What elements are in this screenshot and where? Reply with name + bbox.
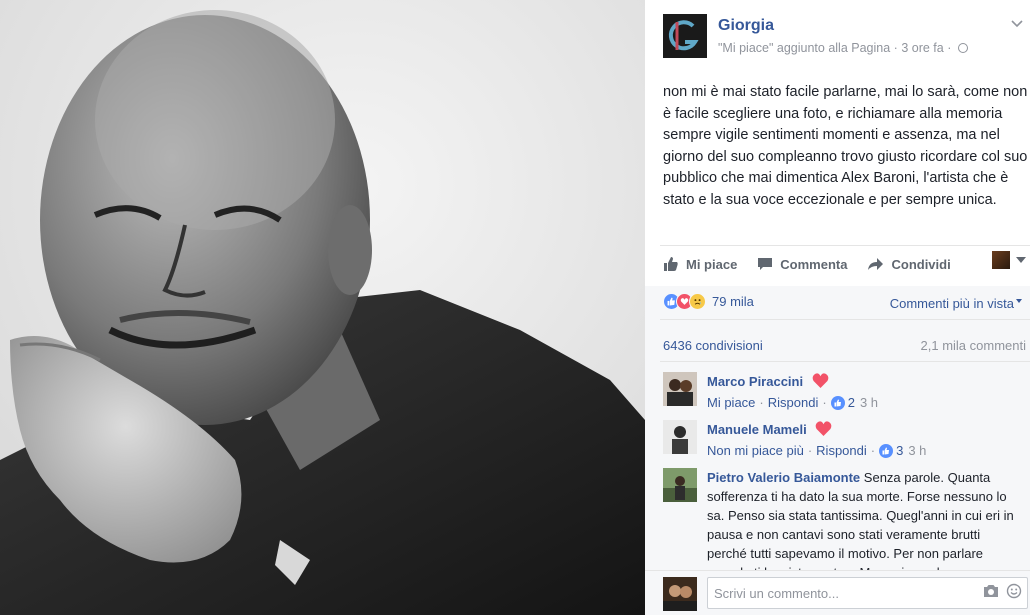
divider bbox=[660, 361, 1030, 362]
globe-icon bbox=[957, 43, 968, 53]
comment-reply-link[interactable]: Rispondi bbox=[768, 394, 819, 412]
comment-item: Pietro Valerio Baiamonte Senza parole. Q… bbox=[663, 468, 1030, 570]
post-header: Giorgia "Mi piace" aggiunto alla Pagina … bbox=[663, 14, 1030, 64]
camera-icon[interactable] bbox=[982, 583, 1000, 599]
avatar[interactable] bbox=[663, 420, 697, 454]
comment-text: Senza parole. Quanta sofferenza ti ha da… bbox=[707, 470, 1014, 570]
chevron-down-icon[interactable] bbox=[1010, 16, 1024, 30]
comment-like-count[interactable]: 2 bbox=[848, 394, 855, 412]
love-reaction-icon bbox=[812, 373, 829, 388]
comment-sort-label: Commenti più in vista bbox=[889, 296, 1014, 311]
comment-time[interactable]: 3 h bbox=[860, 394, 878, 412]
reactions-count[interactable]: 79 mila bbox=[712, 294, 754, 309]
like-button[interactable]: Mi piace bbox=[663, 256, 737, 272]
avatar[interactable] bbox=[663, 468, 697, 502]
thumbs-up-icon bbox=[664, 257, 678, 271]
comment-time[interactable]: 3 h bbox=[908, 442, 926, 460]
meta-action: "Mi piace" aggiunto alla Pagina bbox=[718, 41, 891, 55]
post-meta: "Mi piace" aggiunto alla Pagina · 3 ore … bbox=[718, 41, 968, 55]
shares-count[interactable]: 6436 condivisioni bbox=[663, 338, 763, 353]
page-name[interactable]: Giorgia bbox=[718, 17, 774, 35]
comment-button-label: Commenta bbox=[780, 256, 848, 272]
avatar[interactable] bbox=[663, 372, 697, 406]
reaction-identity-selector[interactable] bbox=[992, 251, 1026, 269]
comment-composer: Scrivi un commento... bbox=[645, 570, 1030, 615]
comment-item: Manuele Mameli Non mi piace più · Rispon… bbox=[663, 420, 1030, 460]
caret-down-icon bbox=[1016, 299, 1022, 303]
feedback-area: 79 mila Commenti più in vista 6436 condi… bbox=[645, 286, 1030, 615]
comments-total[interactable]: 2,1 mila commenti bbox=[921, 338, 1026, 353]
comment-sort-dropdown[interactable]: Commenti più in vista bbox=[890, 296, 1022, 311]
action-bar: Mi piace Commenta Condividi bbox=[663, 251, 1030, 274]
share-arrow-icon bbox=[868, 258, 884, 270]
love-reaction-icon bbox=[815, 421, 832, 436]
comment-author[interactable]: Pietro Valerio Baiamonte bbox=[707, 470, 860, 485]
comment-reply-link[interactable]: Rispondi bbox=[816, 442, 867, 460]
like-badge-icon bbox=[830, 396, 845, 410]
avatar bbox=[992, 251, 1010, 269]
comment-button[interactable]: Commenta bbox=[757, 256, 847, 272]
comment-like-link[interactable]: Mi piace bbox=[707, 394, 755, 412]
comment-author[interactable]: Marco Piraccini bbox=[707, 374, 803, 389]
share-button-label: Condividi bbox=[891, 256, 951, 272]
emoji-icon[interactable] bbox=[1006, 583, 1022, 599]
comment-author[interactable]: Manuele Mameli bbox=[707, 422, 807, 437]
share-button[interactable]: Condividi bbox=[867, 256, 951, 272]
meta-time[interactable]: 3 ore fa bbox=[901, 41, 943, 55]
comment-item: Marco Piraccini Mi piace · Rispondi · 2 … bbox=[663, 372, 1030, 412]
post-photo[interactable] bbox=[0, 0, 645, 615]
page-avatar[interactable] bbox=[663, 14, 707, 58]
divider bbox=[660, 319, 1030, 320]
avatar bbox=[663, 577, 697, 611]
sad-reaction-icon bbox=[689, 293, 706, 310]
speech-bubble-icon bbox=[758, 258, 773, 270]
caret-down-icon bbox=[1016, 257, 1026, 263]
like-badge-icon bbox=[879, 444, 894, 458]
reactions-summary[interactable]: 79 mila bbox=[663, 293, 754, 310]
comment-unlike-link[interactable]: Non mi piace più bbox=[707, 442, 804, 460]
post-text: non mi è mai stato facile parlarne, mai … bbox=[663, 84, 1028, 208]
like-button-label: Mi piace bbox=[686, 256, 738, 272]
comment-like-count[interactable]: 3 bbox=[896, 442, 903, 460]
divider bbox=[660, 245, 1030, 246]
